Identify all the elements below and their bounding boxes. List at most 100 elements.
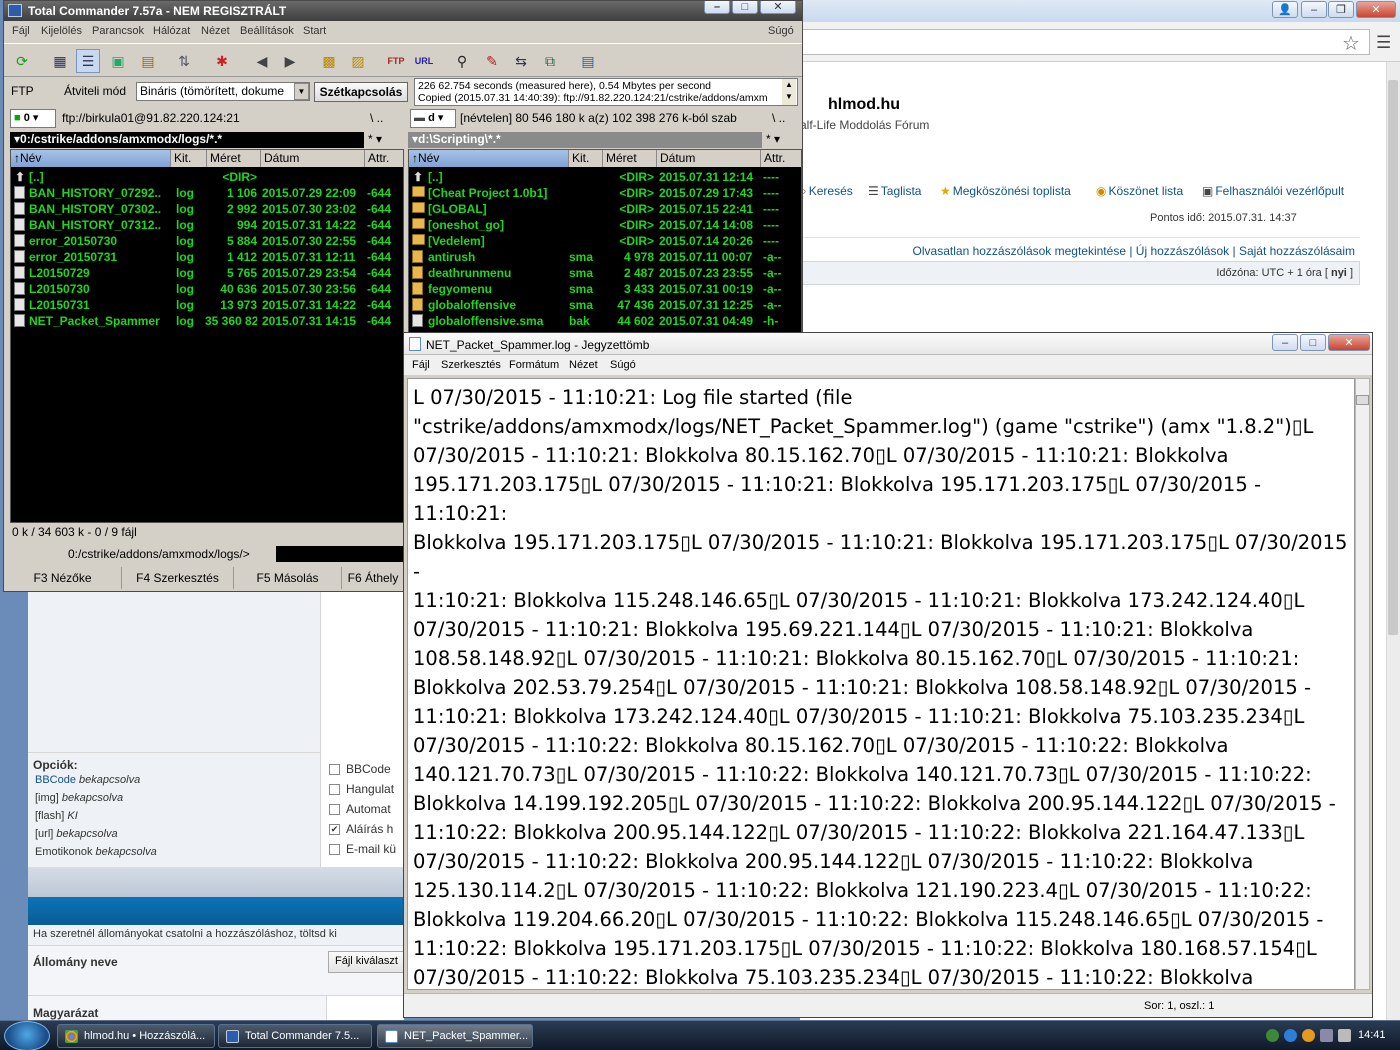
right-drive-buttons[interactable]: \ .. xyxy=(772,111,802,125)
start-button[interactable] xyxy=(4,1021,50,1050)
file-row[interactable]: error_20150730 log 5 884 2015.07.30 22:55 -6… xyxy=(11,233,403,249)
disconnect-button[interactable]: Szétkapcsolás xyxy=(314,82,408,102)
bookmark-star-icon[interactable]: ☆ xyxy=(1342,31,1360,56)
sync-dirs-icon[interactable]: ⇆ xyxy=(509,49,533,73)
file-row[interactable]: ⬆ [..] <DIR> xyxy=(11,169,403,185)
ftp-log[interactable]: 226 62.754 seconds (measured here), 0.54… xyxy=(414,78,798,106)
np-menu-help[interactable]: Súgó xyxy=(610,359,636,371)
col-size[interactable]: Méret xyxy=(603,150,657,167)
file-row[interactable]: BAN_HISTORY_07312.. log 994 2015.07.31 14:2… xyxy=(11,217,403,233)
left-path-bar[interactable]: ▾0:/cstrike/addons/amxmodx/logs/*.* xyxy=(10,132,364,148)
notepad-minimize-button[interactable]: – xyxy=(1272,334,1298,351)
checkbox-checked[interactable]: ✔ xyxy=(329,823,340,835)
menu-help[interactable]: Súgó xyxy=(768,25,794,37)
col-attr[interactable]: Attr. xyxy=(761,150,801,167)
col-ext[interactable]: Kit. xyxy=(171,150,207,167)
file-row[interactable]: L20150729 log 5 765 2015.07.29 23:54 -644 xyxy=(11,265,403,281)
description-input[interactable] xyxy=(326,996,404,1023)
file-row[interactable]: globaloffensive sma 47 436 2015.07.31 12:25… xyxy=(409,297,801,313)
menu-commands[interactable]: Parancsok xyxy=(92,25,144,37)
unpack-icon[interactable]: ▨ xyxy=(346,49,370,73)
clock[interactable]: 14:41 xyxy=(1358,1029,1386,1041)
flag-icon[interactable] xyxy=(1320,1029,1333,1042)
right-drive-select[interactable]: ▬ d ▾ xyxy=(410,109,456,128)
np-menu-file[interactable]: Fájl xyxy=(412,359,430,371)
notepad-scrollbar[interactable] xyxy=(1355,378,1370,990)
col-date[interactable]: Dátum xyxy=(657,150,761,167)
col-size[interactable]: Méret xyxy=(207,150,261,167)
dst-link[interactable]: nyi xyxy=(1331,267,1347,279)
checkbox-signature[interactable]: ✔ Aláírás h xyxy=(329,822,393,836)
file-row[interactable]: [Cheat Project 1.0b1] <DIR> 2015.07.29 17:… xyxy=(409,185,801,201)
file-row[interactable]: globaloffensive.sma bak 44 602 2015.07.31 0… xyxy=(409,313,801,329)
file-row[interactable]: deathrunmenu sma 2 487 2015.07.23 23:55 -a-- xyxy=(409,265,801,281)
checkbox-bbcode[interactable]: BBCode xyxy=(329,762,391,776)
col-date[interactable]: Dátum xyxy=(261,150,365,167)
nav-thanks-list[interactable]: ◉ Köszönet lista xyxy=(1096,184,1183,198)
notepad-maximize-button[interactable]: □ xyxy=(1300,334,1326,351)
hamburger-menu-icon[interactable]: ☰ xyxy=(1376,33,1391,53)
network-icon[interactable] xyxy=(1266,1029,1279,1042)
chevron-down-icon[interactable]: ▼ xyxy=(294,83,309,100)
compare-icon[interactable]: ⧉ xyxy=(538,49,562,73)
checkbox-smilies[interactable]: Hangulat xyxy=(329,782,394,796)
transfer-mode-select[interactable]: Bináris (tömörített, dokume xyxy=(136,82,310,101)
tc-maximize-button[interactable]: □ xyxy=(732,1,758,14)
multi-rename-icon[interactable]: ✎ xyxy=(480,49,504,73)
invert-selection-icon[interactable]: ⇅ xyxy=(172,49,196,73)
notepad-text-area[interactable]: L 07/30/2015 - 11:10:21: Log file starte… xyxy=(407,378,1355,990)
site-title[interactable]: hlmod.hu xyxy=(828,96,900,114)
file-row[interactable]: L20150730 log 40 636 2015.07.30 23:56 -644 xyxy=(11,281,403,297)
menu-file[interactable]: Fájl xyxy=(12,25,30,37)
left-path-buttons[interactable]: * ▾ xyxy=(368,132,404,148)
brief-view-icon[interactable]: ▦ xyxy=(48,49,72,73)
checkbox-auto-urls[interactable]: Automat xyxy=(329,802,391,816)
menu-net[interactable]: Hálózat xyxy=(153,25,190,37)
nav-search[interactable]: ⌕ Keresés xyxy=(800,184,853,199)
menu-configuration[interactable]: Beállítások xyxy=(240,25,294,37)
checkbox[interactable] xyxy=(329,783,340,795)
menu-mark[interactable]: Kijelölés xyxy=(41,25,82,37)
volume-icon[interactable] xyxy=(1338,1029,1351,1042)
forward-arrow-icon[interactable]: ▶ xyxy=(278,49,302,73)
find-binoculars-icon[interactable]: ⚲ xyxy=(450,49,474,73)
file-row[interactable]: antirush sma 4 978 2015.07.11 00:07 -a-- xyxy=(409,249,801,265)
tc-minimize-button[interactable]: – xyxy=(704,1,730,14)
file-row[interactable]: error_20150731 log 1 412 2015.07.31 12:11 -6… xyxy=(11,249,403,265)
full-view-icon[interactable]: ☰ xyxy=(76,49,100,73)
task-browser[interactable]: hlmod.hu • Hozzászólá... xyxy=(57,1024,215,1048)
np-menu-format[interactable]: Formátum xyxy=(509,359,559,371)
refresh-icon[interactable]: ⟳ xyxy=(10,49,34,73)
left-drive-select[interactable]: ■ 0 ▾ xyxy=(10,109,56,128)
quick-links-text[interactable]: Olvasatlan hozzászólások megtekintése | … xyxy=(913,244,1355,258)
file-row[interactable]: NET_Packet_Spammer log 35 360 820 2015.07.3… xyxy=(11,313,403,329)
file-row[interactable]: fegyomenu sma 3 433 2015.07.31 00:19 -a-- xyxy=(409,281,801,297)
f4-edit-button[interactable]: F4 Szerkesztés xyxy=(122,567,234,589)
left-drive-buttons[interactable]: \ .. xyxy=(370,111,404,125)
checkbox-email-notify[interactable]: E-mail kü xyxy=(329,842,396,856)
col-name[interactable]: ↑Név xyxy=(11,150,171,167)
nav-members[interactable]: ☰ Taglista xyxy=(868,184,921,198)
file-row[interactable]: [oneshot_go] <DIR> 2015.07.14 14:08 ---- xyxy=(409,217,801,233)
task-total-commander[interactable]: Total Commander 7.5... xyxy=(218,1024,372,1048)
checkbox[interactable] xyxy=(329,843,340,855)
minimize-button[interactable]: – xyxy=(1301,1,1327,18)
mark-files-icon[interactable]: ✱ xyxy=(210,49,234,73)
file-row[interactable]: BAN_HISTORY_07302.. log 2 992 2015.07.30 23… xyxy=(11,201,403,217)
file-row[interactable]: L20150731 log 13 973 2015.07.31 14:22 -644 xyxy=(11,297,403,313)
right-path-buttons[interactable]: * ▾ xyxy=(766,132,802,148)
thumbnail-view-icon[interactable]: ▣ xyxy=(106,49,130,73)
notepad-icon[interactable]: ▤ xyxy=(576,49,600,73)
nav-thanks-top[interactable]: ★ Megköszönési toplista xyxy=(940,184,1071,198)
url-connect-icon[interactable]: URL xyxy=(412,49,436,73)
back-arrow-icon[interactable]: ◀ xyxy=(250,49,274,73)
ftp-connect-icon[interactable]: FTP xyxy=(384,49,408,73)
f6-move-button[interactable]: F6 Áthely xyxy=(342,567,404,589)
right-path-bar[interactable]: ▾d:\Scripting\*.* xyxy=(408,132,762,148)
file-row[interactable]: [Vedelem] <DIR> 2015.07.14 20:26 ---- xyxy=(409,233,801,249)
np-menu-view[interactable]: Nézet xyxy=(569,359,598,371)
post-form-editor-col[interactable] xyxy=(320,592,404,752)
user-icon[interactable]: 👤 xyxy=(1272,1,1298,18)
left-file-panel[interactable]: ↑Név Kit. Méret Dátum Attr. ⬆ [..] <DIR> BA… xyxy=(10,149,404,523)
menu-show[interactable]: Nézet xyxy=(201,25,230,37)
